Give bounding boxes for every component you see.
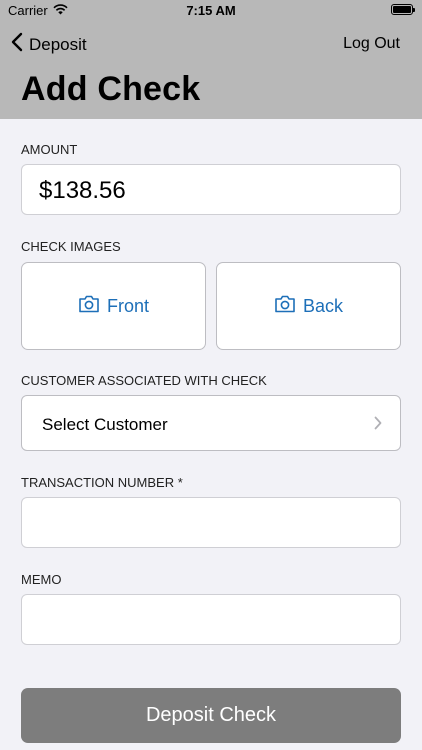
customer-select[interactable]: Select Customer: [21, 395, 401, 451]
transaction-number-label: TRANSACTION NUMBER *: [21, 475, 183, 490]
battery-icon: [391, 4, 415, 15]
amount-value: $138.56: [39, 177, 126, 204]
chevron-right-icon: [374, 416, 382, 435]
amount-label: AMOUNT: [21, 142, 78, 157]
front-label: Front: [106, 295, 149, 316]
memo-field[interactable]: [21, 594, 401, 645]
camera-icon: [78, 295, 100, 318]
customer-label: CUSTOMER ASSOCIATED WITH CHECK: [21, 373, 267, 388]
front-image-button[interactable]: Front: [21, 262, 206, 350]
logout-button[interactable]: Log Out: [343, 35, 400, 53]
back-button[interactable]: Deposit: [11, 32, 87, 57]
camera-icon: [274, 295, 296, 318]
status-time: 7:15 AM: [186, 3, 236, 18]
transaction-number-field[interactable]: [21, 497, 401, 548]
back-label: Deposit: [29, 34, 87, 54]
memo-label: MEMO: [21, 572, 62, 587]
amount-field[interactable]: $138.56: [21, 164, 401, 215]
status-bar: Carrier 7:15 AM: [0, 0, 422, 22]
page-title: Add Check: [21, 70, 201, 108]
back-image-button[interactable]: Back: [216, 262, 401, 350]
header: Carrier 7:15 AM Deposit Log Out Add Chec…: [0, 0, 422, 119]
check-images-label: CHECK IMAGES: [21, 239, 121, 254]
deposit-check-button[interactable]: Deposit Check: [21, 688, 401, 743]
back-image-label: Back: [302, 295, 344, 316]
chevron-left-icon: [11, 32, 23, 57]
nav-bar: Deposit Log Out: [0, 30, 422, 58]
customer-select-value: Select Customer: [42, 415, 168, 434]
